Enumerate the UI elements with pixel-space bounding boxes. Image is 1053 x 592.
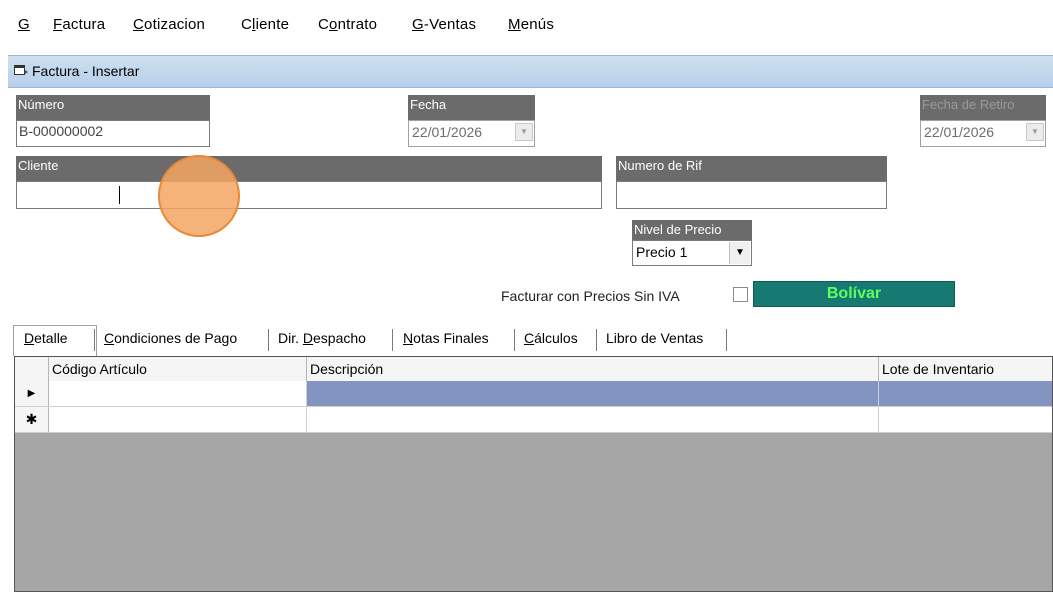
- tab-separator: [726, 329, 730, 351]
- tab-calculos[interactable]: Cálculos: [524, 330, 578, 346]
- tab-separator: [596, 329, 600, 351]
- menu-factura[interactable]: Factura: [53, 16, 105, 33]
- col-codigo-articulo[interactable]: Código Artículo: [49, 357, 307, 381]
- rif-input[interactable]: [616, 181, 887, 209]
- col-lote-inventario[interactable]: Lote de Inventario: [879, 357, 1052, 381]
- current-row-icon: ▶: [15, 381, 49, 406]
- cell-lote[interactable]: [879, 407, 1052, 432]
- sin-iva-label: Facturar con Precios Sin IVA: [501, 288, 680, 304]
- new-row-icon: ✱: [15, 407, 49, 432]
- tab-strip: Detalle Condiciones de Pago Dir. Despach…: [8, 325, 1053, 356]
- currency-indicator: Bolívar: [753, 281, 955, 307]
- menu-cliente[interactable]: Cliente: [241, 16, 289, 33]
- chevron-down-icon[interactable]: ▼: [515, 123, 533, 141]
- invoice-form: Número B-000000002 Fecha 22/01/2026 ▼ Fe…: [8, 88, 1053, 592]
- fecha-label: Fecha: [408, 95, 535, 120]
- numero-field[interactable]: B-000000002: [16, 120, 210, 147]
- tab-separator: [268, 329, 272, 351]
- cell-codigo[interactable]: [49, 407, 307, 432]
- tab-condiciones-pago[interactable]: Condiciones de Pago: [104, 330, 237, 346]
- text-cursor: [119, 186, 120, 204]
- fecha-value: 22/01/2026: [412, 124, 483, 140]
- cliente-label: Cliente: [16, 156, 602, 181]
- rif-label: Numero de Rif: [616, 156, 887, 181]
- fecha-picker[interactable]: 22/01/2026 ▼: [408, 120, 535, 147]
- numero-label: Número: [16, 95, 210, 120]
- table-row-new[interactable]: ✱: [15, 407, 1052, 433]
- fecha-retiro-label: Fecha de Retiro: [920, 95, 1046, 120]
- tab-detalle[interactable]: Detalle: [24, 330, 68, 346]
- grid-header: Código Artículo Descripción Lote de Inve…: [15, 357, 1052, 382]
- tab-separator: [94, 329, 98, 351]
- chevron-down-icon[interactable]: ▼: [1026, 123, 1044, 141]
- tab-libro-ventas[interactable]: Libro de Ventas: [606, 330, 703, 346]
- window-title-bar: Factura - Insertar: [8, 55, 1053, 88]
- chevron-down-icon[interactable]: ▼: [729, 242, 750, 264]
- form-window-icon: [14, 65, 28, 75]
- grid-corner: [15, 357, 49, 381]
- sin-iva-checkbox[interactable]: [733, 287, 748, 302]
- menu-g[interactable]: G: [18, 16, 30, 33]
- nivel-precio-select[interactable]: Precio 1 ▼: [632, 240, 752, 266]
- cliente-input[interactable]: [16, 181, 602, 209]
- col-descripcion[interactable]: Descripción: [307, 357, 879, 381]
- cell-descripcion[interactable]: [307, 407, 879, 432]
- tab-notas-finales[interactable]: Notas Finales: [403, 330, 489, 346]
- cell-lote[interactable]: [879, 381, 1052, 406]
- fecha-retiro-picker[interactable]: 22/01/2026 ▼: [920, 120, 1046, 147]
- window-title: Factura - Insertar: [32, 63, 140, 79]
- cell-descripcion-selected[interactable]: [307, 381, 879, 406]
- nivel-precio-value: Precio 1: [636, 244, 688, 260]
- menu-menus[interactable]: Menús: [508, 16, 554, 33]
- tab-separator: [392, 329, 396, 351]
- tab-dir-despacho[interactable]: Dir. Despacho: [278, 330, 366, 346]
- menu-g-ventas[interactable]: G-Ventas: [412, 16, 476, 33]
- fecha-retiro-value: 22/01/2026: [924, 124, 995, 140]
- detail-grid[interactable]: Código Artículo Descripción Lote de Inve…: [14, 356, 1053, 592]
- menu-bar: G Factura Cotizacion Cliente Contrato G-…: [0, 0, 1053, 50]
- menu-cotizacion[interactable]: Cotizacion: [133, 16, 205, 33]
- tab-separator: [514, 329, 518, 351]
- click-highlight-marker: [158, 155, 240, 237]
- nivel-precio-label: Nivel de Precio: [632, 220, 752, 240]
- cell-codigo[interactable]: [49, 381, 307, 406]
- menu-contrato[interactable]: Contrato: [318, 16, 377, 33]
- table-row[interactable]: ▶: [15, 381, 1052, 407]
